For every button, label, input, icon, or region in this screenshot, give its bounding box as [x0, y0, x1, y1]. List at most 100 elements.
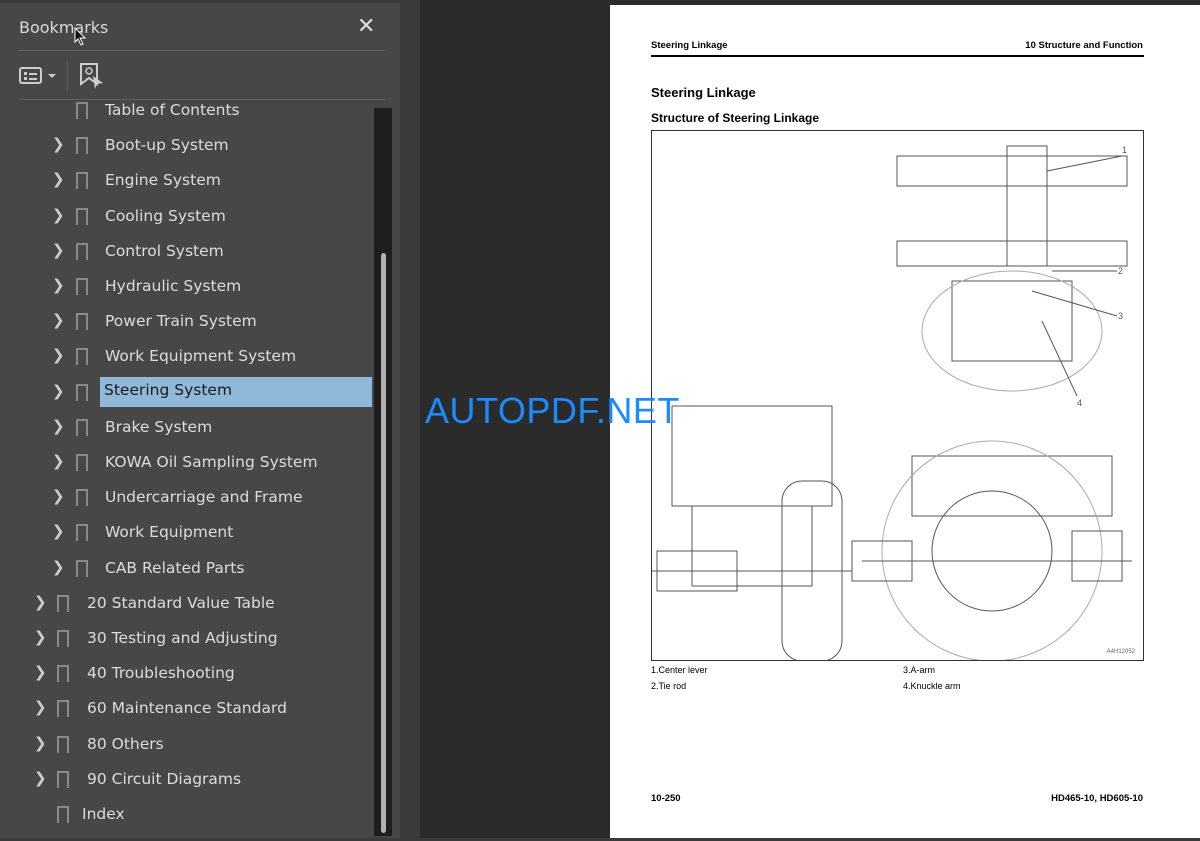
bookmark-label: Control System — [105, 241, 224, 260]
bookmark-label: 90 Circuit Diagrams — [87, 769, 242, 788]
toolbar-separator — [67, 61, 68, 91]
bookmark-label: Brake System — [105, 417, 213, 436]
bookmark-item[interactable]: ❯ Work Equipment System — [0, 341, 372, 373]
bookmark-icon — [57, 770, 69, 789]
bookmark-item[interactable]: ❯ Engine System — [0, 165, 372, 197]
bookmark-item[interactable]: ❯ 90 Circuit Diagrams — [0, 764, 372, 796]
chevron-right-icon[interactable]: ❯ — [34, 769, 47, 787]
page-number: 10-250 — [651, 793, 681, 804]
linkage-drawing: 1 2 3 4 — [652, 145, 1132, 662]
bookmark-label: CAB Related Parts — [105, 558, 245, 577]
bookmark-label: KOWA Oil Sampling System — [105, 453, 318, 471]
bookmark-label: 30 Testing and Adjusting — [87, 629, 278, 647]
header-rule — [651, 55, 1144, 57]
bookmark-item[interactable]: Table of Contents — [0, 101, 372, 127]
mouse-cursor-icon — [74, 27, 87, 46]
bookmark-item[interactable]: ❯ 30 Testing and Adjusting — [0, 623, 372, 655]
bookmark-icon — [76, 207, 88, 226]
bookmark-tree: Table of Contents ❯ Boot-up System ❯ Engine … — [0, 101, 372, 841]
bookmarks-panel: Bookmarks ✕ Table of Contents ❯ Boot-up Sy… — [0, 0, 400, 838]
bookmark-label: Work Equipment System — [105, 347, 297, 366]
bookmark-label: 60 Maintenance Standard — [87, 699, 287, 718]
bookmark-icon — [76, 102, 88, 120]
divider — [19, 50, 385, 51]
chevron-right-icon[interactable]: ❯ — [52, 276, 65, 294]
bookmark-item[interactable]: ❯ Brake System — [0, 412, 372, 444]
legend-item: 2.Tie rod — [651, 681, 687, 691]
bookmark-item[interactable]: ❯ Work Equipment — [0, 517, 372, 549]
bookmark-item[interactable]: ❯ CAB Related Parts — [0, 553, 372, 585]
chevron-right-icon[interactable]: ❯ — [52, 452, 65, 470]
bookmark-label: Undercarriage and Frame — [105, 488, 303, 507]
bookmark-item[interactable]: ❯ Steering System — [0, 376, 372, 409]
watermark: AUTOPDF.NET — [425, 390, 680, 431]
page-header-left: Steering Linkage — [651, 40, 728, 51]
chevron-right-icon[interactable]: ❯ — [34, 663, 47, 681]
chevron-right-icon[interactable]: ❯ — [34, 734, 47, 752]
bookmark-item[interactable]: ❯ 40 Troubleshooting — [0, 658, 372, 690]
bookmark-icon — [57, 630, 69, 648]
svg-text:1: 1 — [1122, 145, 1127, 155]
bookmark-item[interactable]: Index — [0, 799, 372, 831]
bookmark-item[interactable]: ❯ Boot-up System — [0, 130, 372, 162]
bookmark-label: 80 Others — [87, 734, 164, 753]
close-icon[interactable]: ✕ — [357, 14, 375, 39]
bookmark-item[interactable]: ❯ KOWA Oil Sampling System — [0, 447, 372, 479]
bookmark-icon — [76, 348, 88, 367]
divider — [19, 99, 385, 100]
legend-item: 1.Center lever — [651, 665, 708, 675]
chevron-right-icon[interactable]: ❯ — [52, 241, 65, 259]
bookmark-item[interactable]: ❯ Undercarriage and Frame — [0, 482, 372, 514]
bookmark-label: Boot-up System — [105, 136, 229, 155]
bookmark-label: Index — [82, 805, 125, 823]
find-bookmark-icon[interactable] — [79, 62, 105, 94]
chevron-right-icon[interactable]: ❯ — [52, 522, 65, 540]
bookmark-icon — [76, 454, 88, 472]
chevron-right-icon[interactable]: ❯ — [52, 417, 65, 435]
chevron-right-icon[interactable]: ❯ — [52, 382, 65, 400]
chevron-right-icon[interactable]: ❯ — [52, 206, 65, 224]
chevron-right-icon[interactable]: ❯ — [34, 698, 47, 716]
svg-text:2: 2 — [1118, 266, 1123, 276]
panel-title: Bookmarks — [19, 18, 109, 37]
bookmark-icon — [76, 418, 88, 437]
bookmark-icon — [76, 559, 88, 578]
bookmark-icon — [57, 594, 69, 613]
list-options-button[interactable] — [19, 65, 59, 91]
bookmark-item[interactable]: ❯ Control System — [0, 236, 372, 268]
svg-text:4: 4 — [1077, 398, 1082, 408]
bookmark-item[interactable]: ❯ Cooling System — [0, 201, 372, 233]
page-header-right: 10 Structure and Function — [1025, 40, 1143, 51]
bookmark-icon — [76, 313, 88, 332]
bookmark-item[interactable]: ❯ Power Train System — [0, 306, 372, 338]
bookmark-icon — [76, 137, 88, 156]
pdf-page: Steering Linkage 10 Structure and Functi… — [610, 5, 1200, 838]
chevron-right-icon[interactable]: ❯ — [52, 170, 65, 188]
bookmark-icon — [76, 489, 88, 508]
chevron-right-icon[interactable]: ❯ — [52, 311, 65, 329]
bookmark-icon — [57, 700, 69, 719]
scrollbar-thumb[interactable] — [381, 253, 386, 833]
bookmark-item[interactable]: ❯ Hydraulic System — [0, 271, 372, 303]
chevron-right-icon[interactable]: ❯ — [52, 135, 65, 153]
bookmark-icon — [76, 278, 88, 296]
bookmark-item[interactable]: ❯ 20 Standard Value Table — [0, 588, 372, 620]
chevron-right-icon[interactable]: ❯ — [52, 346, 65, 364]
bookmark-label: 20 Standard Value Table — [87, 593, 275, 612]
model-numbers: HD465-10, HD605-10 — [1051, 793, 1143, 804]
svg-text:3: 3 — [1118, 311, 1123, 321]
bookmark-label: Engine System — [105, 171, 221, 190]
chevron-right-icon[interactable]: ❯ — [52, 558, 65, 576]
bookmark-label: 40 Troubleshooting — [87, 664, 235, 683]
legend-item: 4.Knuckle arm — [903, 681, 961, 691]
bookmark-item[interactable]: ❯ 60 Maintenance Standard — [0, 693, 372, 725]
figure-steering-linkage: 1 2 3 4 A4H12052 — [651, 130, 1144, 662]
chevron-right-icon[interactable]: ❯ — [52, 487, 65, 505]
bookmark-item[interactable]: ❯ 80 Others — [0, 729, 372, 761]
bookmark-label: Power Train System — [105, 312, 257, 331]
chevron-right-icon[interactable]: ❯ — [34, 628, 47, 646]
chevron-right-icon[interactable]: ❯ — [34, 593, 47, 611]
bookmark-label: Steering System — [100, 376, 372, 407]
bookmark-icon — [57, 665, 69, 684]
bookmark-label: Hydraulic System — [105, 277, 242, 295]
